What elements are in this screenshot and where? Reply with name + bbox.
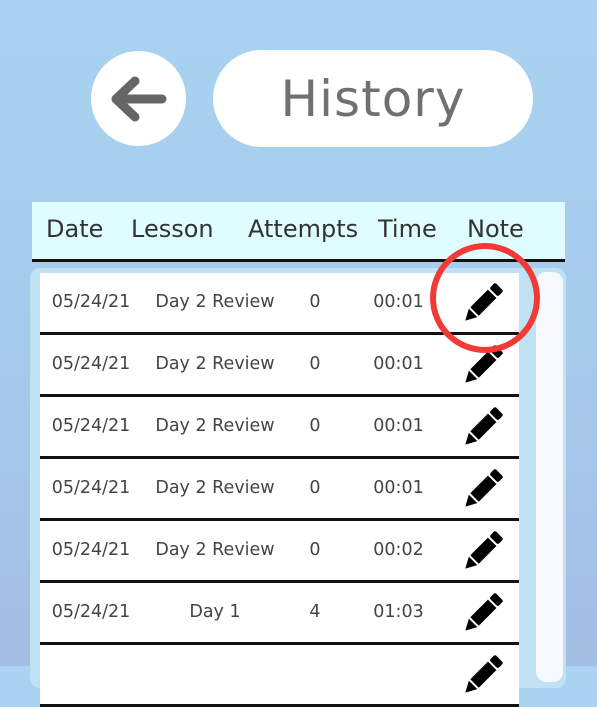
column-header-date: Date — [46, 215, 104, 243]
row-time: 01:03 — [373, 602, 424, 622]
page-title-container: History — [213, 50, 533, 147]
row-lesson: Day 2 Review — [155, 354, 275, 374]
table-row[interactable]: 05/24/21 Day 2 Review 0 00:01 — [40, 273, 519, 335]
column-header-attempts: Attempts — [248, 215, 359, 243]
pencil-icon[interactable] — [458, 340, 508, 390]
row-lesson: Day 2 Review — [155, 416, 275, 436]
row-date: 05/24/21 — [51, 602, 131, 622]
row-lesson: Day 1 — [189, 602, 241, 622]
row-time: 00:01 — [373, 416, 424, 436]
pencil-icon[interactable] — [458, 650, 508, 700]
pencil-icon[interactable] — [458, 402, 508, 452]
row-time: 00:01 — [373, 478, 424, 498]
row-lesson: Day 2 Review — [155, 540, 275, 560]
row-attempts: 0 — [309, 416, 321, 436]
row-time: 00:01 — [373, 354, 424, 374]
row-date: 05/24/21 — [51, 478, 131, 498]
scrollbar[interactable] — [536, 272, 563, 682]
row-time: 00:01 — [373, 292, 424, 312]
pencil-icon[interactable] — [458, 526, 508, 576]
row-date: 05/24/21 — [51, 354, 131, 374]
column-header-lesson: Lesson — [131, 215, 214, 243]
row-attempts: 0 — [309, 478, 321, 498]
pencil-icon[interactable] — [458, 464, 508, 514]
row-date: 05/24/21 — [51, 292, 131, 312]
arrow-left-icon — [111, 76, 166, 121]
row-attempts: 0 — [309, 540, 321, 560]
table-row[interactable]: 05/24/21 Day 2 Review 0 00:01 — [40, 335, 519, 397]
row-lesson: Day 2 Review — [155, 292, 275, 312]
row-attempts: 4 — [309, 602, 321, 622]
table-row[interactable]: 05/24/21 Day 2 Review 0 00:02 — [40, 521, 519, 583]
row-attempts: 0 — [309, 354, 321, 374]
row-time: 00:02 — [373, 540, 424, 560]
table-header: Date Lesson Attempts Time Note — [32, 202, 565, 262]
table-row[interactable]: 05/24/21 Day 1 4 01:03 — [40, 583, 519, 645]
row-attempts: 0 — [309, 292, 321, 312]
row-lesson: Day 2 Review — [155, 478, 275, 498]
row-date: 05/24/21 — [51, 540, 131, 560]
page-title: History — [280, 69, 466, 128]
row-date: 05/24/21 — [51, 416, 131, 436]
table-row[interactable]: 05/24/21 Day 2 Review 0 00:01 — [40, 397, 519, 459]
column-header-note: Note — [467, 215, 524, 243]
table-row[interactable] — [40, 645, 519, 707]
pencil-icon[interactable] — [458, 588, 508, 638]
column-header-time: Time — [378, 215, 437, 243]
pencil-icon[interactable] — [458, 278, 508, 328]
table-row[interactable]: 05/24/21 Day 2 Review 0 00:01 — [40, 459, 519, 521]
back-button[interactable] — [91, 51, 186, 146]
